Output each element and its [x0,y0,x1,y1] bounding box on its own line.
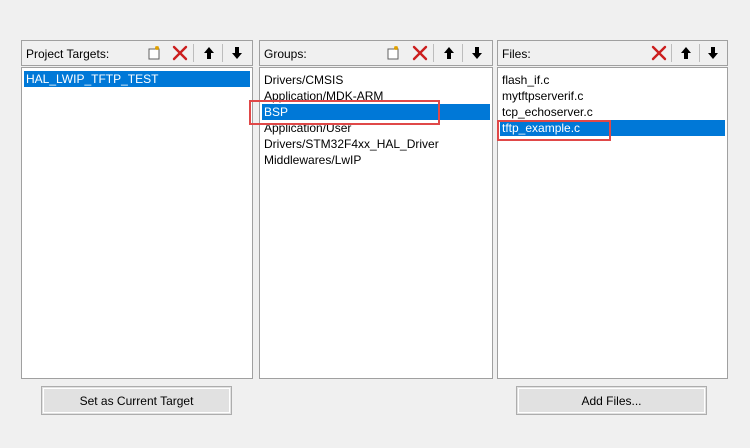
toolbar-separator [671,44,672,62]
files-list[interactable]: flash_if.c mytftpserverif.c tcp_echoserv… [497,67,728,379]
list-item[interactable]: BSP [262,104,490,120]
toolbar-separator [462,44,463,62]
groups-label: Groups: [264,47,307,61]
move-file-down-button[interactable] [703,43,723,63]
delete-icon [412,45,428,61]
move-file-up-button[interactable] [676,43,696,63]
move-up-icon [681,47,691,59]
delete-icon [651,45,667,61]
list-item[interactable]: tcp_echoserver.c [500,104,725,120]
move-up-icon [204,47,214,59]
move-up-icon [444,47,454,59]
files-header: Files: [497,40,728,66]
list-item[interactable]: Application/MDK-ARM [262,88,490,104]
new-icon [387,46,399,60]
project-targets-label: Project Targets: [26,47,110,61]
add-files-label: Add Files... [581,393,642,408]
toolbar-separator [222,44,223,62]
list-item[interactable]: Drivers/STM32F4xx_HAL_Driver [262,136,490,152]
project-targets-header: Project Targets: [21,40,253,66]
move-group-down-button[interactable] [467,43,487,63]
delete-group-button[interactable] [410,43,430,63]
move-target-down-button[interactable] [227,43,247,63]
set-current-target-button[interactable]: Set as Current Target [41,386,232,415]
groups-header: Groups: [259,40,493,66]
move-down-icon [708,47,718,59]
list-item[interactable]: Middlewares/LwIP [262,152,490,168]
delete-file-button[interactable] [649,43,669,63]
new-target-button[interactable] [144,43,164,63]
delete-target-button[interactable] [170,43,190,63]
list-item[interactable]: tftp_example.c [500,120,725,136]
move-down-icon [232,47,242,59]
project-targets-list[interactable]: HAL_LWIP_TFTP_TEST [21,67,253,379]
move-target-up-button[interactable] [199,43,219,63]
list-item[interactable]: Application/User [262,120,490,136]
files-label: Files: [502,47,531,61]
groups-list[interactable]: Drivers/CMSIS Application/MDK-ARM BSP Ap… [259,67,493,379]
toolbar-separator [193,44,194,62]
toolbar-separator [699,44,700,62]
list-item[interactable]: HAL_LWIP_TFTP_TEST [24,71,250,87]
new-icon [148,46,160,60]
add-files-button[interactable]: Add Files... [516,386,707,415]
new-group-button[interactable] [383,43,403,63]
move-down-icon [472,47,482,59]
list-item[interactable]: Drivers/CMSIS [262,72,490,88]
toolbar-separator [433,44,434,62]
delete-icon [172,45,188,61]
list-item[interactable]: flash_if.c [500,72,725,88]
list-item[interactable]: mytftpserverif.c [500,88,725,104]
set-current-target-label: Set as Current Target [79,393,194,408]
move-group-up-button[interactable] [439,43,459,63]
